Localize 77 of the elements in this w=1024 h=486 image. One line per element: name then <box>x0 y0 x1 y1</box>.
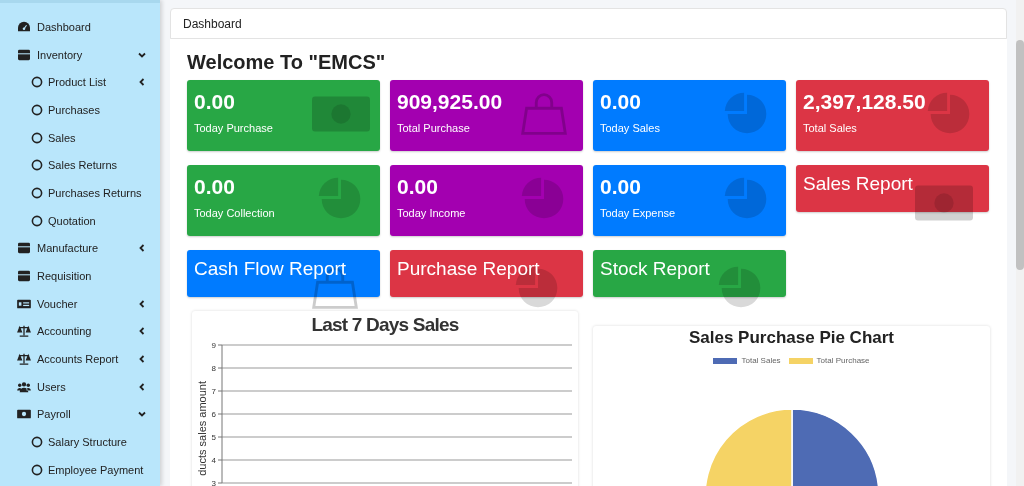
circle-icon <box>31 103 43 116</box>
stat-tile[interactable]: 0.00 Today Income <box>390 165 583 236</box>
legend-label: Total Purchase <box>816 356 870 365</box>
tile-label: Today Income <box>397 207 467 219</box>
nav-subitem[interactable]: Salary Structure <box>0 428 160 456</box>
nav-subitem[interactable]: Sales <box>0 123 160 152</box>
tile-value: 0.00 <box>397 175 439 199</box>
legend-label: Total Sales <box>741 356 781 365</box>
scrollbar-thumb[interactable] <box>1016 40 1024 270</box>
scale-icon <box>17 353 31 366</box>
tile-value: 0.00 <box>194 90 236 114</box>
nav-subitem[interactable]: Sales Returns <box>0 151 160 180</box>
tile-label: Today Purchase <box>194 122 274 134</box>
box-icon <box>17 242 31 255</box>
circle-icon <box>31 131 43 144</box>
tile-label: Today Expense <box>600 207 677 219</box>
box-icon <box>17 270 31 283</box>
chart-title: Last 7 Days Sales <box>310 313 460 337</box>
nav-item[interactable]: Users <box>0 372 160 401</box>
nav-item[interactable]: Payroll <box>0 400 160 429</box>
nav-subitem[interactable]: Quotation <box>0 206 160 235</box>
stat-tile[interactable]: Purchase Report <box>390 250 583 297</box>
circle-icon <box>31 436 43 449</box>
circle-icon <box>31 76 43 89</box>
circle-icon <box>31 159 43 172</box>
tile-label: Cash Flow Report <box>194 258 348 280</box>
tile-label: Purchase Report <box>397 258 541 280</box>
gauge-icon <box>17 20 31 33</box>
chart-title: Sales Purchase Pie Chart <box>687 327 895 348</box>
tile-value: 0.00 <box>194 175 236 199</box>
money-icon <box>17 408 31 421</box>
tile-label: Total Purchase <box>397 122 471 134</box>
tile-value: 0.00 <box>600 175 642 199</box>
stat-tile[interactable]: Cash Flow Report <box>187 250 380 297</box>
nav-item[interactable]: Accounting <box>0 317 160 346</box>
users-icon <box>17 380 31 393</box>
stat-tile[interactable]: 2,397,128.50 Total Sales <box>796 80 989 151</box>
y-tick-label: 6 <box>211 410 217 419</box>
tile-value: 0.00 <box>600 90 642 114</box>
box-icon <box>17 48 31 61</box>
welcome-heading: Welcome To "EMCS" <box>187 51 387 74</box>
nav-item[interactable]: Voucher <box>0 289 160 318</box>
stat-tile[interactable]: Sales Report <box>796 165 989 212</box>
stat-tile[interactable]: 909,925.00 Total Purchase <box>390 80 583 151</box>
voucher-icon <box>17 297 31 310</box>
nav-item[interactable]: Manufacture <box>0 234 160 263</box>
nav-item[interactable]: Requisition <box>0 262 160 290</box>
breadcrumb[interactable]: Dashboard <box>183 16 242 31</box>
tile-label: Stock Report <box>600 258 711 280</box>
nav-item[interactable]: Dashboard <box>0 13 160 41</box>
scrollbar[interactable] <box>1016 0 1024 486</box>
nav-item[interactable]: Inventory <box>0 40 160 69</box>
nav-subitem[interactable]: Employee Payment <box>0 456 160 484</box>
scale-icon <box>17 325 31 338</box>
stat-tile[interactable]: 0.00 Today Expense <box>593 165 786 236</box>
stat-tile[interactable]: 0.00 Today Sales <box>593 80 786 151</box>
y-axis: 3 4 5 6 7 8 9 <box>211 341 223 486</box>
tile-label: Today Collection <box>194 207 276 219</box>
axis-label: ducts sales amount <box>196 381 208 476</box>
tile-label: Total Sales <box>803 122 858 134</box>
circle-icon <box>31 214 43 227</box>
tile-label: Today Sales <box>600 122 661 134</box>
y-tick-label: 4 <box>211 456 217 465</box>
tile-value: 2,397,128.50 <box>803 90 927 114</box>
y-tick-label: 7 <box>211 387 217 396</box>
tile-value: 909,925.00 <box>397 90 504 114</box>
nav-subitem[interactable]: Product List <box>0 68 160 97</box>
y-tick-label: 9 <box>211 341 217 350</box>
y-tick-label: 8 <box>211 364 217 373</box>
nav-subitem[interactable]: Purchases <box>0 96 160 124</box>
y-tick-label: 5 <box>211 433 217 442</box>
circle-icon <box>31 186 43 199</box>
nav-item[interactable]: Accounts Report <box>0 345 160 373</box>
tile-label: Sales Report <box>803 173 914 195</box>
circle-icon <box>31 463 43 476</box>
y-tick-label: 3 <box>211 479 217 486</box>
nav-subitem[interactable]: Purchases Returns <box>0 179 160 207</box>
